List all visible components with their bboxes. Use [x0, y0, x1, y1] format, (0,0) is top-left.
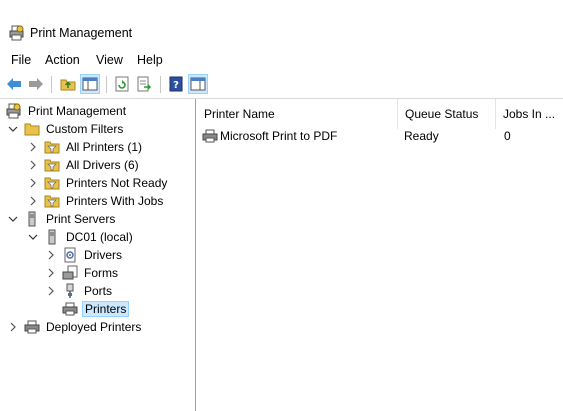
server-icon: [44, 229, 60, 245]
tree-item-label: Ports: [84, 284, 113, 298]
queue-status-cell: Ready: [404, 129, 439, 143]
printer-icon: [202, 128, 218, 147]
tree-item-label: Deployed Printers: [46, 320, 142, 334]
tree-item-drivers[interactable]: Drivers: [46, 246, 124, 264]
filter-folder-icon: [44, 175, 60, 191]
forward-arrow-icon[interactable]: [26, 74, 46, 94]
help-icon[interactable]: ?: [166, 74, 186, 94]
printer-list: Printer Name Queue Status Jobs In ... Mi…: [197, 99, 563, 411]
chevron-right-icon[interactable]: [28, 178, 38, 188]
print-management-icon: [9, 25, 25, 41]
show-hide-console-tree-icon[interactable]: [80, 74, 100, 94]
refresh-icon[interactable]: [112, 74, 132, 94]
tree-item-label: DC01 (local): [66, 230, 133, 244]
print-management-icon: [6, 103, 22, 119]
tree-item-print-management[interactable]: Print Management: [6, 102, 128, 120]
tree-item-label: Drivers: [84, 248, 122, 262]
tree-item-print-servers[interactable]: Print Servers: [8, 210, 117, 228]
tree-item-label: Print Management: [28, 104, 127, 118]
tree-item-label: Print Servers: [46, 212, 116, 226]
tree-item-label: All Printers (1): [66, 140, 143, 154]
forms-icon: [62, 265, 78, 281]
tree-item-deployed-printers[interactable]: Deployed Printers: [8, 318, 143, 336]
tree-item-all-printers[interactable]: All Printers (1): [28, 138, 144, 156]
table-row[interactable]: Microsoft Print to PDF Ready 0: [197, 127, 563, 145]
show-hide-action-pane-icon[interactable]: [188, 74, 208, 94]
drivers-icon: [62, 247, 78, 263]
tree-item-label: Forms: [84, 266, 118, 280]
menu-view[interactable]: View: [96, 53, 123, 67]
chevron-right-icon[interactable]: [28, 196, 38, 206]
port-plug-icon: [62, 283, 78, 299]
tree-item-label: Printers: [82, 301, 130, 317]
chevron-down-icon[interactable]: [8, 214, 18, 224]
menu-help[interactable]: Help: [137, 53, 163, 67]
printer-name-cell: Microsoft Print to PDF: [220, 129, 338, 143]
server-icon: [24, 211, 40, 227]
tree-item-printers-with-jobs[interactable]: Printers With Jobs: [28, 192, 165, 210]
printer-icon: [62, 301, 78, 317]
tree-item-forms[interactable]: Forms: [46, 264, 120, 282]
tree-item-printers[interactable]: Printers: [62, 300, 130, 318]
filter-folder-icon: [44, 193, 60, 209]
tree-item-label: All Drivers (6): [66, 158, 139, 172]
column-header-queue-status[interactable]: Queue Status: [398, 99, 496, 129]
svg-text:?: ?: [173, 80, 179, 91]
up-folder-icon[interactable]: [58, 74, 78, 94]
title-bar: Print Management: [0, 0, 563, 47]
menu-bar: File Action View Help: [0, 48, 563, 70]
export-list-icon[interactable]: [134, 74, 154, 94]
column-header-jobs-in-queue[interactable]: Jobs In ...: [496, 99, 558, 129]
chevron-right-icon[interactable]: [46, 250, 56, 260]
toolbar: ?: [0, 71, 563, 99]
tree-item-label: Printers Not Ready: [66, 176, 168, 190]
chevron-right-icon[interactable]: [28, 142, 38, 152]
tree-item-label: Custom Filters: [46, 122, 124, 136]
printer-icon: [24, 319, 40, 335]
console-tree: Print Management Custom Filters All Prin…: [0, 99, 196, 411]
chevron-right-icon[interactable]: [46, 286, 56, 296]
tree-item-label: Printers With Jobs: [66, 194, 164, 208]
folder-icon: [24, 121, 40, 137]
tree-item-ports[interactable]: Ports: [46, 282, 114, 300]
filter-folder-icon: [44, 139, 60, 155]
tree-item-all-drivers[interactable]: All Drivers (6): [28, 156, 141, 174]
menu-action[interactable]: Action: [45, 53, 80, 67]
column-header-printer-name[interactable]: Printer Name: [197, 99, 398, 129]
jobs-in-queue-cell: 0: [504, 129, 511, 143]
chevron-right-icon[interactable]: [46, 268, 56, 278]
filter-folder-icon: [44, 157, 60, 173]
back-arrow-icon[interactable]: [4, 74, 24, 94]
chevron-right-icon[interactable]: [28, 160, 38, 170]
tree-item-dc01[interactable]: DC01 (local): [28, 228, 135, 246]
tree-item-custom-filters[interactable]: Custom Filters: [8, 120, 125, 138]
window-title: Print Management: [30, 26, 133, 40]
tree-item-printers-not-ready[interactable]: Printers Not Ready: [28, 174, 169, 192]
chevron-down-icon[interactable]: [8, 124, 18, 134]
chevron-down-icon[interactable]: [28, 232, 38, 242]
chevron-right-icon[interactable]: [8, 322, 18, 332]
menu-file[interactable]: File: [11, 53, 31, 67]
